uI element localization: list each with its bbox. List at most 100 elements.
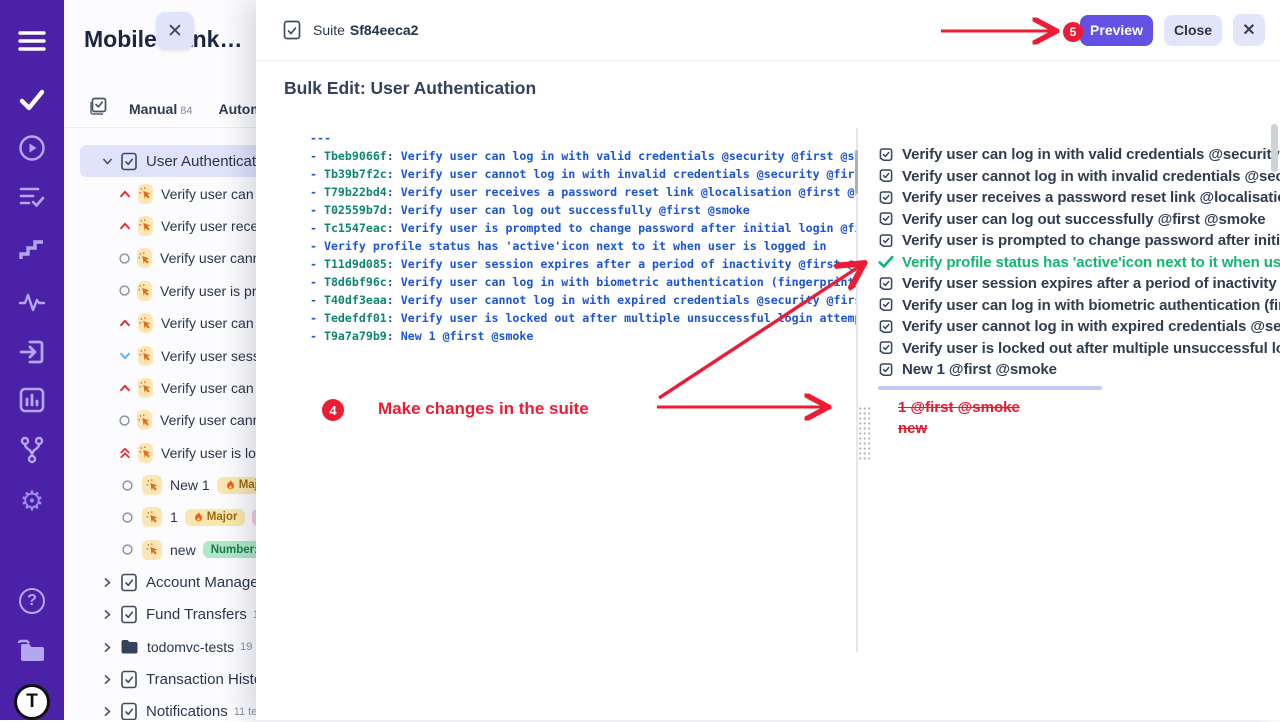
preview-test-row: Verify user can log in with biometric au…: [878, 295, 1280, 317]
editor-scrollbar-thumb[interactable]: [855, 150, 858, 194]
tree-row[interactable]: Verify user can log in with biometric au…: [64, 372, 256, 404]
tree-row[interactable]: Fund Transfers12: [64, 598, 256, 630]
batch-select-icon[interactable]: [88, 97, 107, 121]
deleted-test-title: new: [898, 418, 1280, 439]
tree-row[interactable]: Verify user cannot log in with expired c…: [64, 404, 256, 436]
projects-folder-icon[interactable]: [0, 634, 64, 668]
automated-test-icon: [137, 281, 152, 301]
bulk-edit-modal: Suite Sf84eeca2 Preview Close ✕ Bulk Edi…: [256, 0, 1280, 720]
test-checkbox-icon: [878, 276, 895, 292]
tree-item-label: Verify user cannot log in with invalid c…: [160, 250, 256, 266]
editor-line: ---: [310, 129, 856, 147]
tree-row[interactable]: Account Management: [64, 566, 256, 598]
circle-priority-icon: [118, 252, 131, 265]
menu-icon[interactable]: [0, 24, 64, 58]
automated-test-icon: [138, 378, 153, 398]
circle-priority-icon: [118, 543, 136, 556]
editor-scrollbar-track: [856, 128, 858, 652]
runs-play-icon[interactable]: [0, 131, 64, 165]
editor-line: - Tedefdf01: Verify user is locked out a…: [310, 309, 856, 327]
chevron-right-icon: [98, 641, 116, 654]
avatar[interactable]: T: [0, 682, 64, 722]
chevron-up-icon: [118, 316, 132, 330]
preview-test-row: Verify user can log in with valid creden…: [878, 144, 1280, 166]
automated-test-icon: [138, 443, 153, 463]
chevron-up-icon: [118, 187, 132, 201]
preview-test-title: New 1 @first @smoke: [902, 361, 1057, 378]
editor-line: - T11d9d085: Verify user session expires…: [310, 255, 856, 273]
chevron-up-icon: [118, 381, 132, 395]
circle-priority-icon: [118, 479, 136, 492]
tree-row[interactable]: User Authentication: [80, 145, 256, 177]
tests-check-icon[interactable]: [0, 83, 64, 117]
tree-row[interactable]: Transaction History: [64, 663, 256, 695]
tree-row[interactable]: Verify user cannot log in with invalid c…: [64, 242, 256, 274]
close-button[interactable]: Close: [1164, 15, 1222, 46]
editor-line: - T79b22bd4: Verify user receives a pass…: [310, 183, 856, 201]
deleted-test-title: 1 @first @smoke: [898, 397, 1280, 418]
diff-divider: [878, 386, 1102, 390]
import-login-icon[interactable]: [0, 335, 64, 369]
automated-test-icon: [137, 248, 152, 268]
tree-row[interactable]: Verify user can log in with valid creden…: [64, 177, 256, 209]
project-sidebar: Mobile Banking Manual84 Automated User A…: [64, 0, 256, 720]
chevrons-up-icon: [118, 445, 132, 460]
preview-test-row: Verify user is prompted to change passwo…: [878, 230, 1280, 252]
yaml-editor[interactable]: ---- Tbeb9066f: Verify user can log in w…: [310, 129, 856, 659]
pane-resize-handle[interactable]: [858, 406, 870, 462]
badge-number: Number: 3: [203, 541, 256, 558]
tree-row[interactable]: todomvc-tests19: [64, 631, 256, 663]
tree-item-label: User Authentication: [146, 153, 256, 170]
settings-gear-icon[interactable]: ⚙: [0, 484, 64, 518]
app-rail: ⚙ ? T: [0, 0, 64, 720]
editor-line: - T8d6bf96c: Verify user can log in with…: [310, 273, 856, 291]
automated-test-icon: [137, 410, 152, 430]
test-count: 19: [240, 641, 252, 653]
tree-row[interactable]: Verify user is locked out after multiple…: [64, 437, 256, 469]
tree-row[interactable]: Verify user session expires after a peri…: [64, 339, 256, 371]
tree-item-label: Notifications: [146, 703, 228, 720]
tree-row[interactable]: Verify user receives a password reset li…: [64, 210, 256, 242]
tree-item-label: Fund Transfers: [146, 606, 247, 623]
tab-automated[interactable]: Automated: [218, 101, 256, 117]
steps-icon[interactable]: [0, 233, 64, 267]
tree-row[interactable]: Verify user can log out successfully: [64, 307, 256, 339]
tree-item-label: Verify user can log out successfully: [161, 315, 256, 331]
chevron-right-icon: [98, 608, 116, 621]
preview-button[interactable]: Preview: [1080, 15, 1153, 46]
tree-row[interactable]: newNumber: 3: [64, 534, 256, 566]
tree-row[interactable]: Verify user is prompted to change passwo…: [64, 275, 256, 307]
preview-test-title: Verify user cannot log in with invalid c…: [902, 168, 1280, 185]
badge-major: Major: [185, 509, 246, 526]
help-icon[interactable]: ?: [0, 584, 64, 618]
automated-test-icon: [138, 184, 153, 204]
reports-chart-icon[interactable]: [0, 383, 64, 417]
window-scrollbar-thumb[interactable]: [1271, 124, 1278, 172]
tree-row[interactable]: New 1Major: [64, 469, 256, 501]
preview-test-row: Verify profile status has 'active'icon n…: [878, 252, 1280, 274]
preview-test-title: Verify user is prompted to change passwo…: [902, 232, 1280, 249]
automated-test-icon: [138, 346, 153, 366]
tree-item-label: Verify user receives a password reset li…: [161, 218, 256, 234]
close-x-icon[interactable]: ✕: [1233, 14, 1265, 46]
chevron-down-icon: [98, 155, 116, 168]
branch-icon[interactable]: [0, 433, 64, 467]
editor-line: - T40df3eaa: Verify user cannot log in w…: [310, 291, 856, 309]
test-checkbox-icon: [878, 362, 895, 378]
activity-pulse-icon[interactable]: [0, 285, 64, 319]
tree-row[interactable]: Notifications11 tests: [64, 696, 256, 720]
suite-doc-icon: [120, 152, 138, 171]
suite-doc-icon: [120, 605, 138, 624]
editor-line: - T9a7a79b9: New 1 @first @smoke: [310, 327, 856, 345]
tree-row[interactable]: 1MajorTo do: [64, 501, 256, 533]
page-title: Bulk Edit: User Authentication: [284, 78, 536, 99]
plans-list-check-icon[interactable]: [0, 180, 64, 214]
sidebar-close-icon[interactable]: ✕: [156, 12, 194, 50]
preview-test-title: Verify user can log in with biometric au…: [902, 297, 1280, 314]
preview-test-title: Verify user receives a password reset li…: [902, 189, 1280, 206]
sidebar-tabs: Manual84 Automated: [64, 90, 256, 128]
circle-priority-icon: [118, 511, 136, 524]
preview-test-title: Verify user can log out successfully @fi…: [902, 211, 1266, 228]
preview-test-row: New 1 @first @smoke: [878, 359, 1280, 381]
tab-manual[interactable]: Manual84: [129, 101, 192, 117]
